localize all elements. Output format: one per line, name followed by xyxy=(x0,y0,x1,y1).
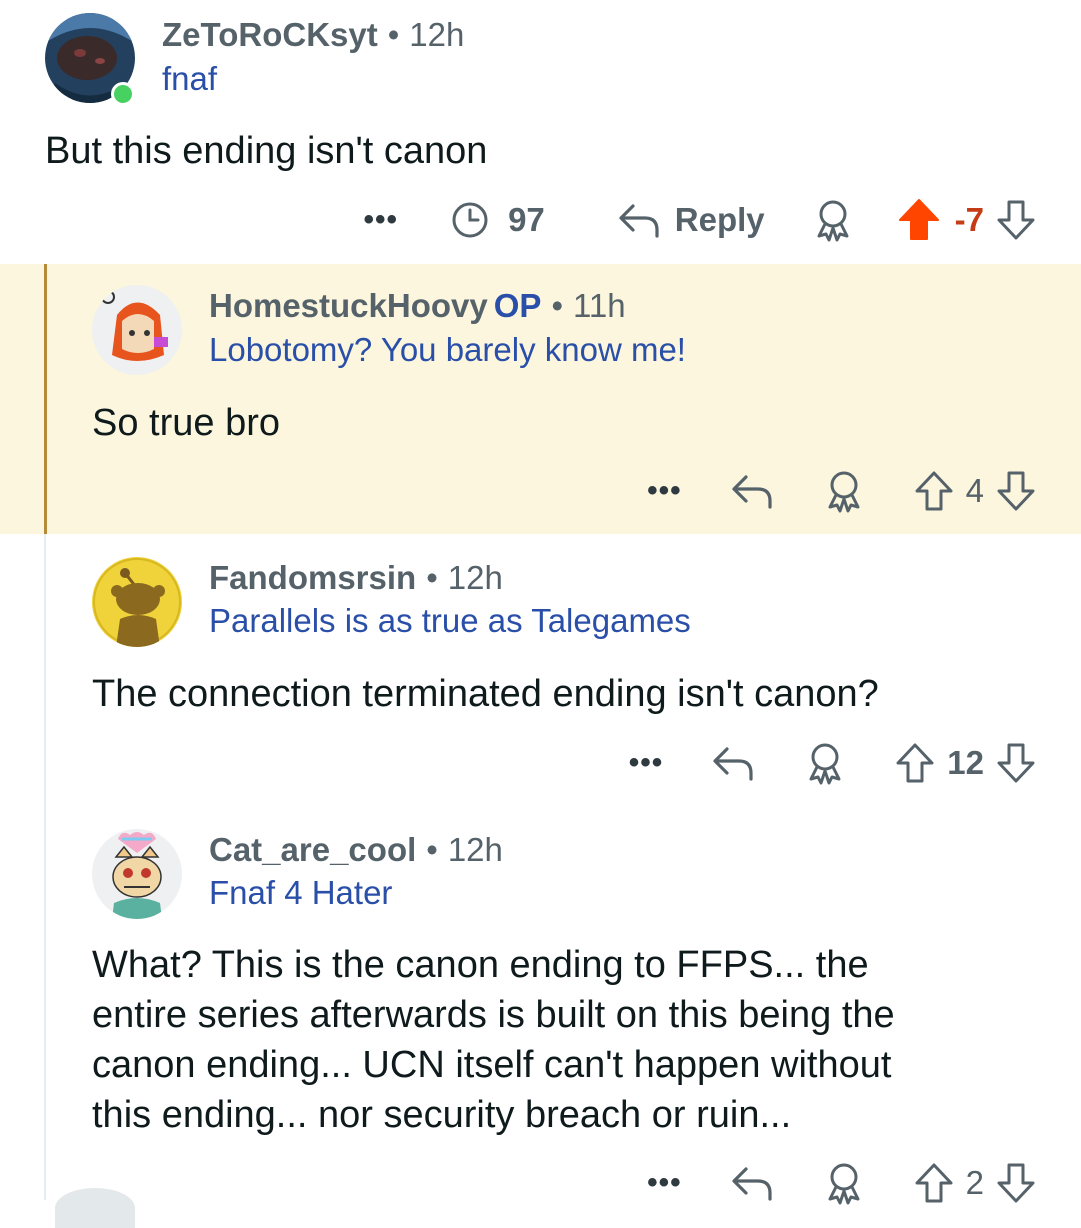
comment-meta: Cat_are_cool • 12h xyxy=(209,831,503,869)
downvote-icon[interactable] xyxy=(996,198,1036,242)
views-counter: 97 xyxy=(450,200,553,240)
award-button[interactable] xyxy=(805,741,845,785)
award-button[interactable] xyxy=(824,1161,864,1205)
comment-body-line: What? This is the canon ending to FFPS..… xyxy=(92,944,869,986)
vote-score: 2 xyxy=(965,1164,984,1201)
more-options-button[interactable]: ••• xyxy=(647,474,682,508)
timestamp: 12h xyxy=(409,16,465,53)
award-icon xyxy=(809,743,841,785)
more-options-button[interactable]: ••• xyxy=(647,1166,682,1200)
timestamp: 11h xyxy=(573,287,626,324)
thread-line[interactable] xyxy=(44,534,46,1200)
more-options-button[interactable]: ••• xyxy=(364,203,399,237)
vote-score: 12 xyxy=(947,744,984,781)
comment-body: The connection terminated ending isn't c… xyxy=(92,673,879,715)
award-icon xyxy=(817,200,849,242)
award-button[interactable] xyxy=(813,198,853,242)
avatar[interactable] xyxy=(92,829,182,919)
downvote-icon[interactable] xyxy=(996,1161,1036,1205)
user-flair: Fnaf 4 Hater xyxy=(209,874,393,911)
avatar[interactable] xyxy=(92,557,182,647)
comment-body-line: this ending... nor security breach or ru… xyxy=(92,1094,792,1136)
reply-icon xyxy=(713,747,753,781)
timestamp: 12h xyxy=(447,559,503,596)
comment-actions: ••• 97 Reply -7 xyxy=(364,195,1036,245)
vote-score: -7 xyxy=(954,201,984,238)
username[interactable]: Fandomsrsin xyxy=(209,559,416,596)
vote-controls: 2 xyxy=(914,1161,1036,1205)
upvote-icon[interactable] xyxy=(914,1161,954,1205)
username[interactable]: HomestuckHoovy xyxy=(209,287,488,324)
comment-actions: ••• 12 xyxy=(629,738,1036,788)
username[interactable]: ZeToRoCKsyt xyxy=(162,16,378,53)
downvote-icon[interactable] xyxy=(996,469,1036,513)
reply-button[interactable] xyxy=(730,1163,774,1203)
vote-controls: -7 xyxy=(897,197,1036,243)
vote-score: 4 xyxy=(965,472,984,509)
separator-dot: • xyxy=(426,831,438,868)
avatar[interactable] xyxy=(92,285,182,375)
award-icon xyxy=(828,471,860,513)
comment-body: But this ending isn't canon xyxy=(45,130,488,172)
comment-body: So true bro xyxy=(92,402,280,444)
downvote-icon[interactable] xyxy=(996,741,1036,785)
comment-actions: ••• 4 xyxy=(647,466,1036,516)
username[interactable]: Cat_are_cool xyxy=(209,831,416,868)
user-flair: Parallels is as true as Talegames xyxy=(209,602,691,639)
reply-label: Reply xyxy=(674,201,765,238)
comment-meta: Fandomsrsin • 12h xyxy=(209,559,503,597)
thread-line-highlighted[interactable] xyxy=(44,264,47,534)
reply-button[interactable]: Reply xyxy=(617,200,765,240)
op-badge: OP xyxy=(493,287,542,324)
separator-dot: • xyxy=(387,16,400,53)
comment-body-line: canon ending... UCN itself can't happen … xyxy=(92,1044,892,1086)
reply-icon xyxy=(732,475,772,509)
comment-actions: ••• 2 xyxy=(647,1158,1036,1208)
comment-meta: HomestuckHoovy OP • 11h xyxy=(209,287,626,325)
views-icon xyxy=(452,202,488,238)
reply-button[interactable] xyxy=(711,743,755,783)
award-icon xyxy=(828,1163,860,1205)
vote-controls: 12 xyxy=(895,741,1036,785)
separator-dot: • xyxy=(551,287,563,324)
next-comment-avatar-partial[interactable] xyxy=(55,1188,135,1228)
user-flair: fnaf xyxy=(162,60,218,97)
upvote-icon[interactable] xyxy=(914,469,954,513)
award-button[interactable] xyxy=(824,469,864,513)
more-options-button[interactable]: ••• xyxy=(629,746,664,780)
comment-body: What? This is the canon ending to FFPS..… xyxy=(92,940,895,1140)
upvote-icon[interactable] xyxy=(895,741,935,785)
comment-meta: ZeToRoCKsyt • 12h xyxy=(162,16,464,54)
reply-button[interactable] xyxy=(730,471,774,511)
views-count: 97 xyxy=(508,201,545,238)
separator-dot: • xyxy=(426,559,438,596)
vote-controls: 4 xyxy=(914,469,1036,513)
reply-icon xyxy=(732,1167,772,1201)
timestamp: 12h xyxy=(447,831,503,868)
user-flair: Lobotomy? You barely know me! xyxy=(209,331,686,368)
comment-body-line: entire series afterwards is built on thi… xyxy=(92,994,895,1036)
reply-icon xyxy=(619,204,659,238)
online-status-dot xyxy=(111,82,135,106)
upvote-icon[interactable] xyxy=(897,197,941,243)
